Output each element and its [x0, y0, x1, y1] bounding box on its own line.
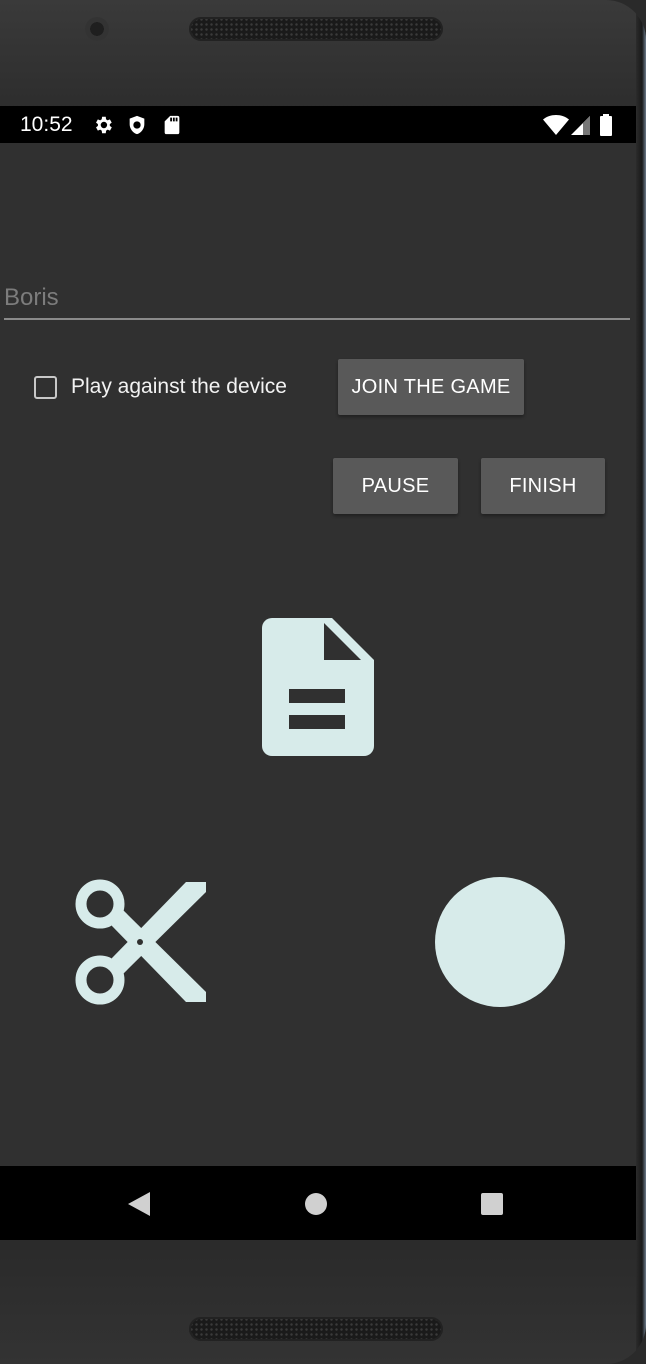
top-speaker: [189, 17, 443, 41]
status-bar: 10:52: [0, 106, 636, 143]
sd-card-icon: [164, 115, 180, 135]
rock-icon[interactable]: [434, 876, 566, 1008]
bottom-speaker: [189, 1317, 443, 1341]
home-icon[interactable]: [300, 1188, 332, 1220]
phone-edge: [636, 0, 646, 1364]
player-name-input[interactable]: [4, 278, 630, 320]
status-time: 10:52: [20, 113, 73, 136]
play-against-device-checkbox[interactable]: Play against the device: [34, 373, 287, 401]
back-icon[interactable]: [124, 1188, 156, 1220]
battery-icon: [600, 114, 612, 136]
join-game-button[interactable]: JOIN THE GAME: [338, 359, 524, 415]
app-screen: 10:52 Play a: [0, 106, 636, 1240]
paper-icon[interactable]: [258, 614, 378, 760]
front-camera: [85, 17, 109, 41]
navigation-bar: [0, 1166, 636, 1240]
checkbox-label: Play against the device: [71, 375, 287, 398]
wifi-icon: [543, 115, 569, 135]
shield-icon: [129, 115, 145, 135]
phone-frame: 10:52 Play a: [0, 0, 646, 1364]
signal-icon: [571, 116, 590, 135]
finish-button[interactable]: FINISH: [481, 458, 605, 514]
pause-button[interactable]: PAUSE: [333, 458, 458, 514]
recents-icon[interactable]: [476, 1188, 508, 1220]
settings-icon: [96, 116, 112, 134]
scissors-icon[interactable]: [72, 878, 210, 1010]
checkbox-box[interactable]: [34, 375, 57, 399]
